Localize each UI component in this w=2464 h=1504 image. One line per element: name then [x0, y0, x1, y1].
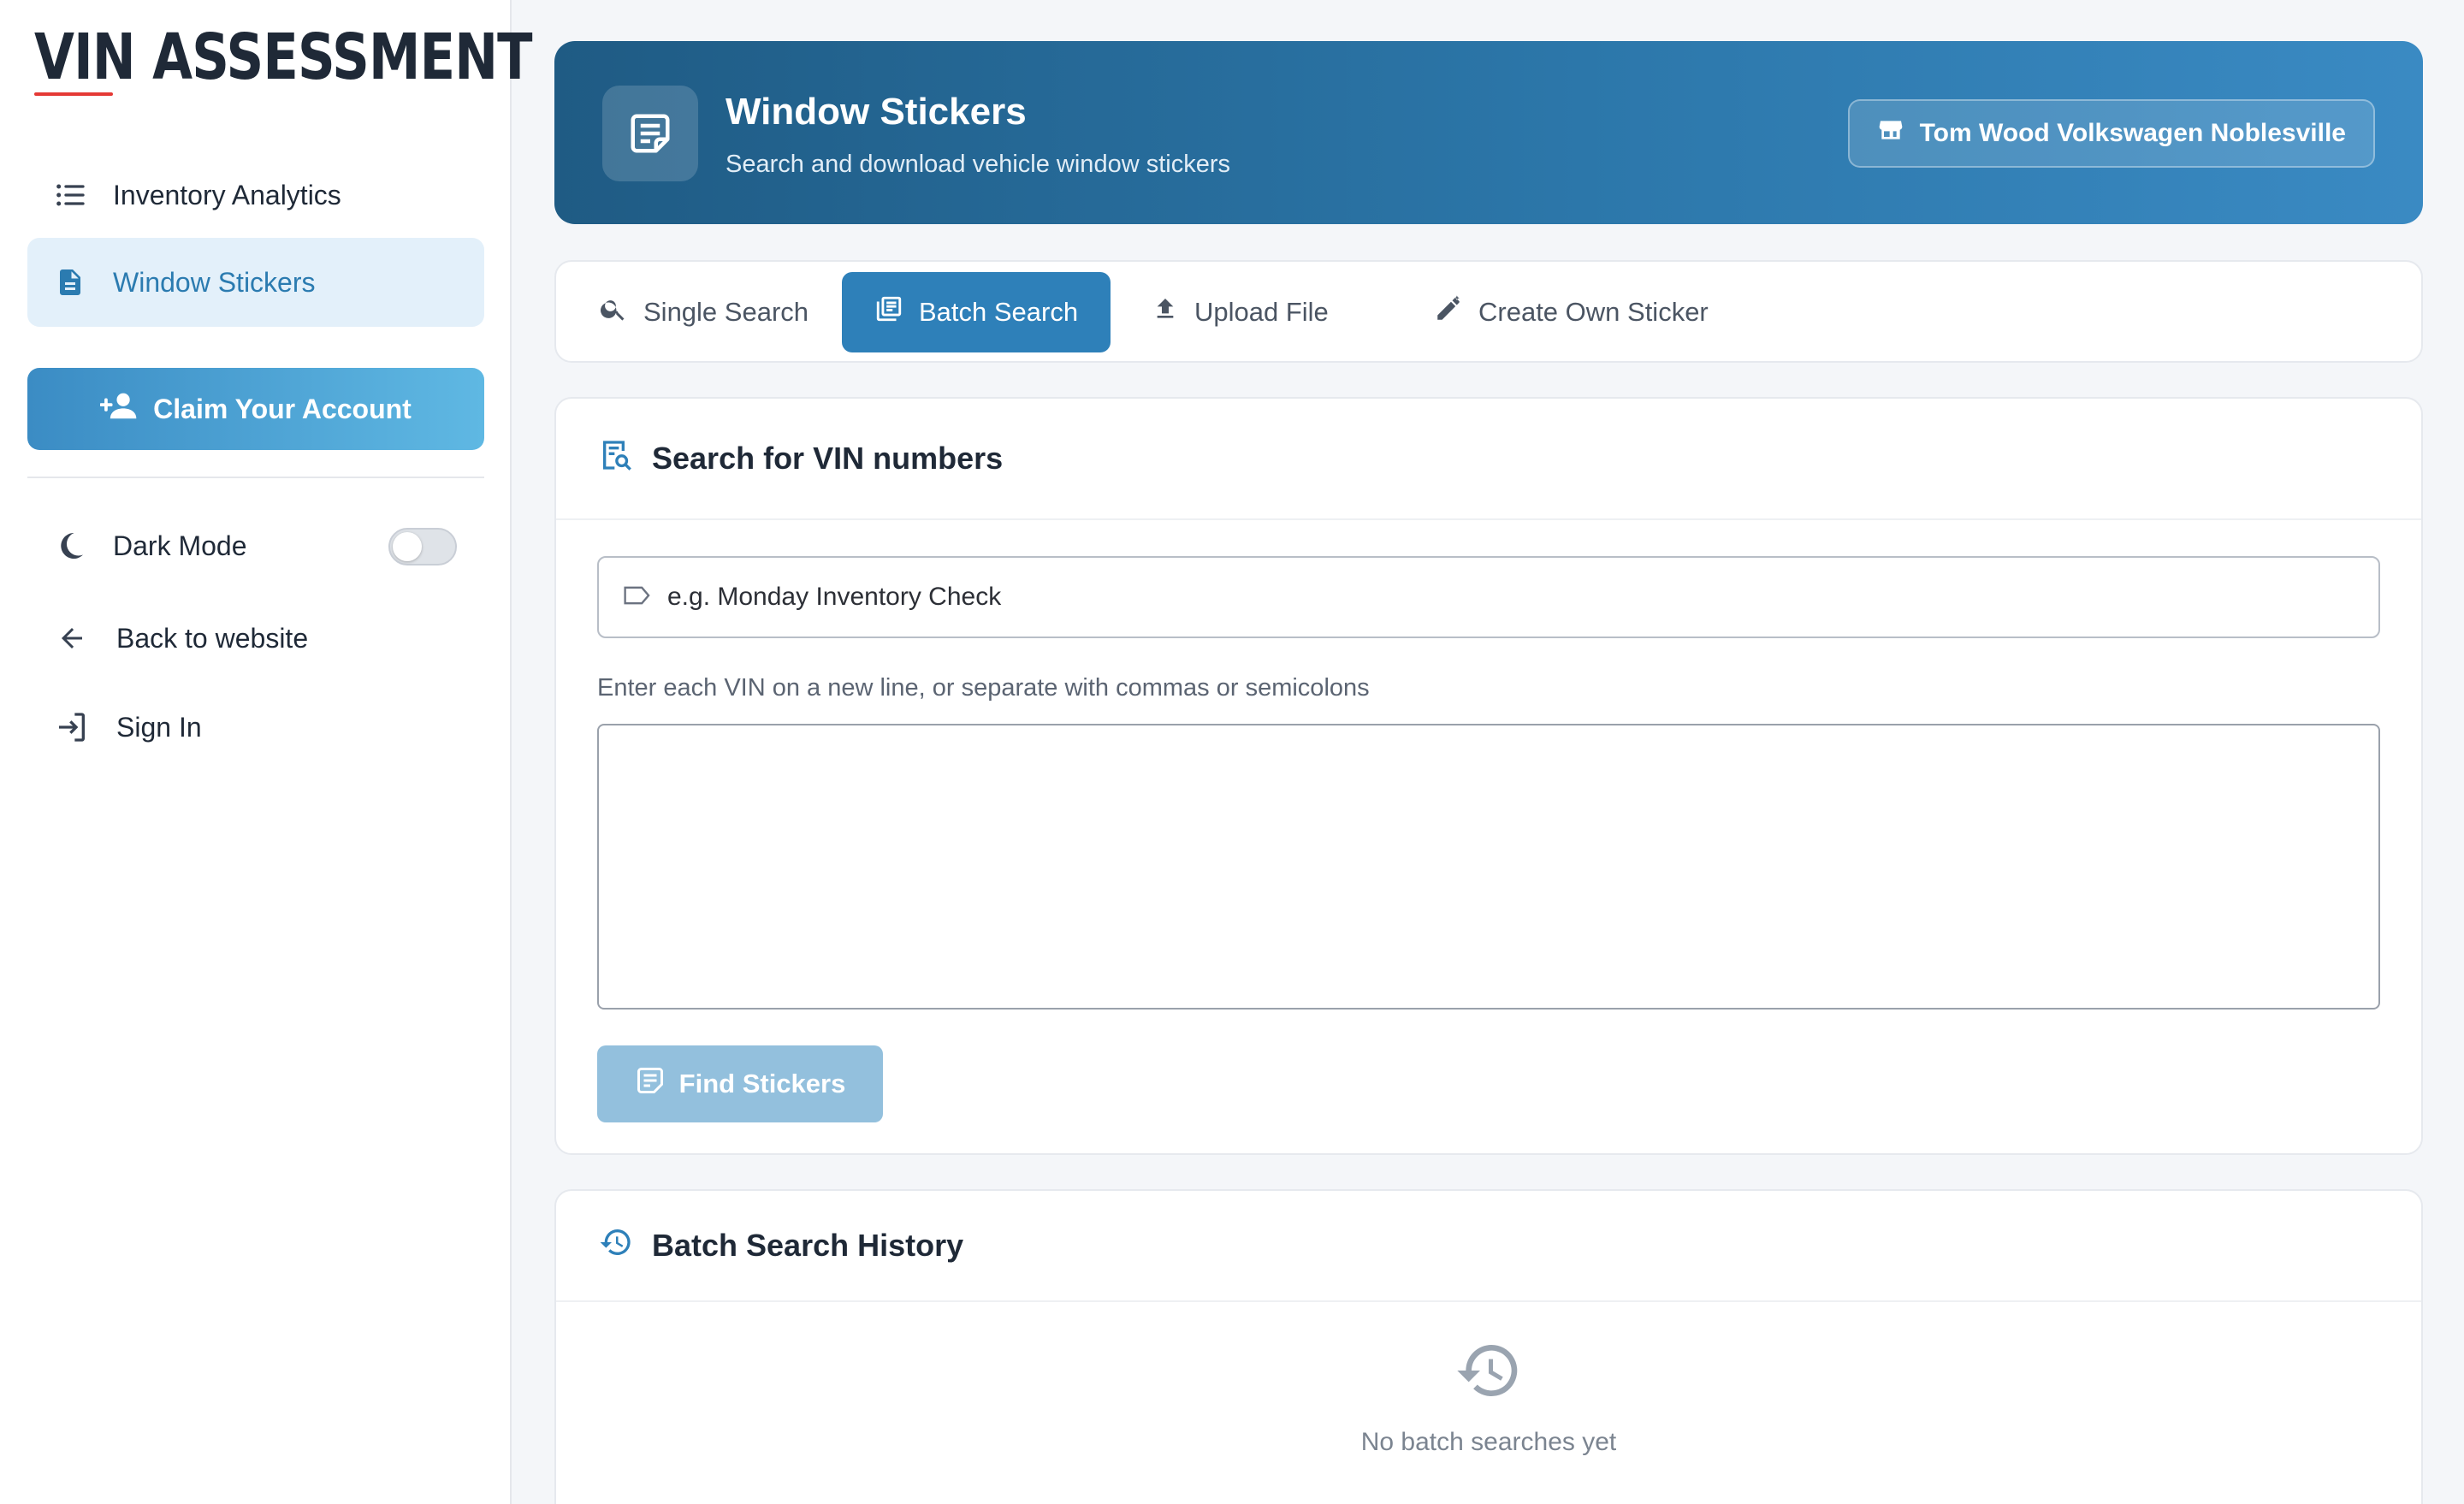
toggle-knob [393, 532, 422, 561]
page-title: Window Stickers [726, 91, 1027, 133]
store-icon [1877, 116, 1904, 151]
sidebar: VIN ASSESSMENT Inventory Analytics Windo… [0, 0, 533, 1504]
history-empty-icon [1454, 1336, 1523, 1409]
find-stickers-label: Find Stickers [678, 1069, 846, 1098]
vin-input-hint: Enter each VIN on a new line, or separat… [597, 674, 1370, 702]
find-stickers-button[interactable]: Find Stickers [597, 1045, 883, 1122]
back-label: Back to website [116, 622, 309, 654]
claim-account-label: Claim Your Account [153, 393, 412, 424]
nav-label: Inventory Analytics [113, 179, 341, 210]
history-empty-state: No batch searches yet [556, 1336, 2421, 1457]
history-card-header: Batch Search History [556, 1191, 2421, 1302]
dark-mode-label: Dark Mode [113, 530, 247, 561]
sign-in-icon [27, 710, 116, 744]
sign-in-label: Sign In [116, 711, 202, 743]
nav-item-sign-in[interactable]: Sign In [27, 683, 484, 772]
batch-name-field[interactable] [597, 556, 2380, 638]
pencil-icon [1434, 294, 1463, 330]
dealer-name: Tom Wood Volkswagen Noblesville [1919, 119, 2346, 147]
dealer-selector-button[interactable]: Tom Wood Volkswagen Noblesville [1847, 99, 2375, 168]
search-icon [599, 294, 628, 330]
tab-single-search[interactable]: Single Search [566, 272, 841, 352]
sticker-icon [635, 1065, 666, 1103]
tab-create-own-sticker[interactable]: Create Own Sticker [1401, 272, 1741, 352]
logo-underline [34, 92, 113, 96]
sticker-icon [602, 86, 698, 181]
history-empty-text: No batch searches yet [1360, 1428, 1617, 1456]
moon-icon [27, 529, 113, 563]
tab-label: Create Own Sticker [1478, 297, 1709, 327]
vin-search-card: Search for VIN numbers Enter each VIN on… [554, 397, 2423, 1155]
tab-label: Single Search [643, 297, 809, 327]
tab-upload-file[interactable]: Upload File [1119, 272, 1361, 352]
arrow-left-icon [27, 623, 116, 654]
batch-name-input[interactable] [667, 583, 2293, 612]
nav-label: Window Stickers [113, 266, 316, 298]
tab-label: Batch Search [919, 297, 1079, 327]
search-mode-tabs: Single Search Batch Search Upload File C… [554, 260, 2423, 363]
page-header-banner: Window Stickers Search and download vehi… [554, 41, 2423, 224]
nav-item-back-to-website[interactable]: Back to website [27, 594, 484, 683]
vin-list-textarea[interactable] [597, 724, 2380, 1010]
tab-label: Upload File [1194, 297, 1329, 327]
upload-icon [1152, 295, 1179, 329]
app-logo[interactable]: VIN ASSESSMENT [34, 26, 533, 89]
tab-batch-search[interactable]: Batch Search [842, 272, 1111, 352]
search-card-title: Search for VIN numbers [652, 441, 1004, 476]
sidebar-divider [27, 477, 484, 478]
search-document-icon [599, 438, 633, 480]
page-subtitle: Search and download vehicle window stick… [726, 151, 1230, 178]
add-user-icon [99, 390, 138, 428]
document-icon [27, 265, 113, 299]
nav-item-window-stickers[interactable]: Window Stickers [27, 238, 484, 327]
history-card-title: Batch Search History [652, 1228, 964, 1263]
dark-mode-toggle[interactable] [388, 528, 457, 565]
batch-icon [874, 294, 903, 330]
history-icon [599, 1225, 633, 1267]
batch-history-card: Batch Search History No batch searches y… [554, 1189, 2423, 1504]
nav-item-inventory-analytics[interactable]: Inventory Analytics [27, 151, 484, 240]
list-icon [27, 178, 113, 212]
search-card-header: Search for VIN numbers [556, 399, 2421, 520]
tag-icon [623, 583, 652, 613]
claim-account-button[interactable]: Claim Your Account [27, 368, 484, 450]
